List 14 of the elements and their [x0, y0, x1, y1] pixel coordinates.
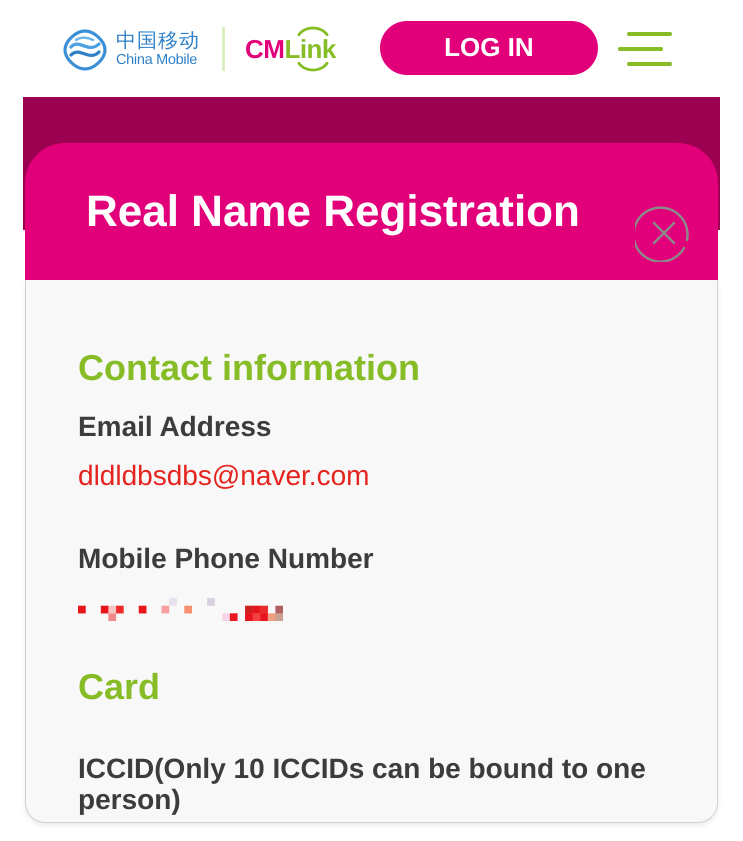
section-heading: Contact information: [78, 347, 421, 389]
field-label: ICCID(Only 10 ICCIDs can be bound to one person): [78, 753, 647, 815]
cmlink-logo: CMLink: [245, 24, 336, 74]
modal-title: Real Name Registration: [86, 186, 580, 238]
field-label: Email Address: [78, 411, 272, 442]
swirl-logo-icon: [62, 28, 108, 72]
brand-chinese-name: 中国移动: [116, 30, 200, 50]
field-label: Mobile Phone Number: [78, 543, 375, 574]
menu-icon: [618, 32, 672, 66]
menu-button[interactable]: [618, 32, 672, 66]
login-button[interactable]: LOG IN: [380, 20, 598, 74]
brand-english-name: China Mobile: [116, 52, 198, 68]
field-value: dldldbsdbs@naver.com: [78, 460, 370, 492]
section-heading: Card: [78, 666, 162, 708]
